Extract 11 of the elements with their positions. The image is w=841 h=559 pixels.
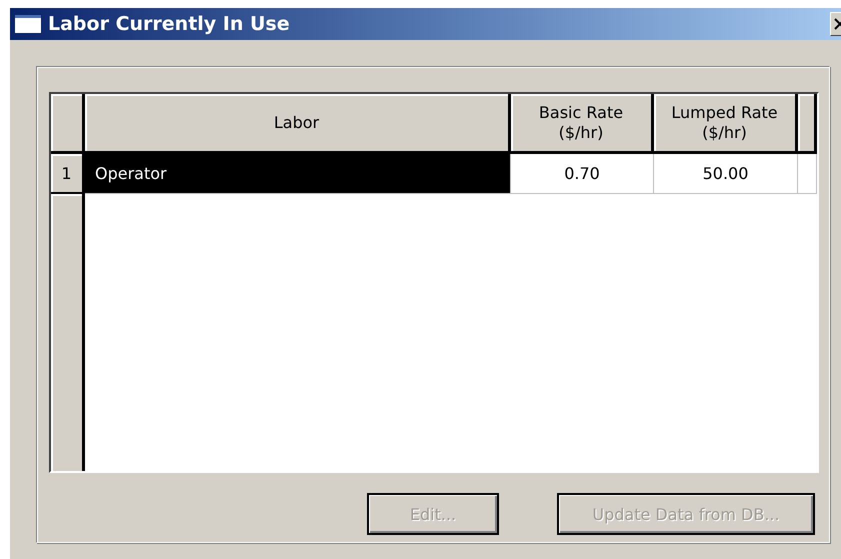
table-cell[interactable]: 50.00 (654, 154, 798, 194)
window-icon (14, 14, 42, 34)
column-header[interactable]: Lumped Rate ($/hr) (654, 94, 798, 154)
window-title: Labor Currently In Use (48, 13, 290, 35)
grid-corner (51, 94, 85, 154)
column-header-filler (798, 94, 817, 154)
row-number: 1 (51, 154, 85, 194)
column-header[interactable]: Basic Rate ($/hr) (511, 94, 654, 154)
table-cell[interactable]: Operator (85, 154, 511, 194)
table-cell[interactable]: 0.70 (511, 154, 654, 194)
column-header[interactable]: Labor (85, 94, 511, 154)
